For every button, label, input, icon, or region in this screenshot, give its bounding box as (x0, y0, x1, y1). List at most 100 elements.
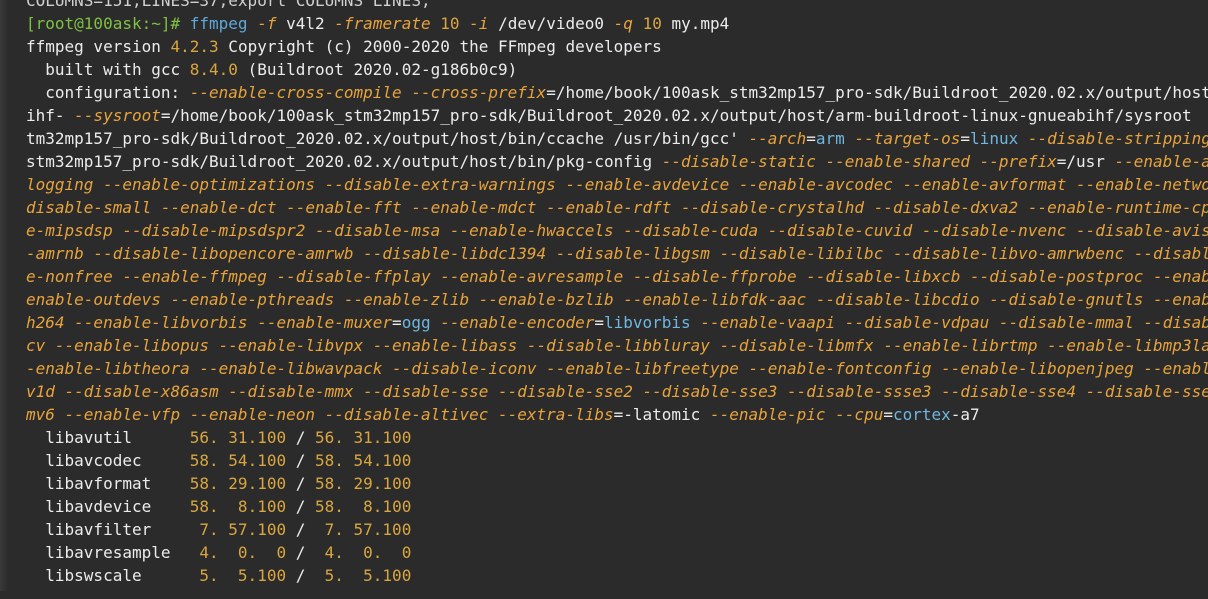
terminal-text-segment: --enable-encoder (440, 313, 595, 332)
terminal-line: -amrnb --disable-libopencore-amrwb --dis… (26, 242, 1208, 265)
terminal-output[interactable]: COLUMNS=151;LINES=37;export COLUMNS LINE… (0, 0, 1208, 599)
terminal-line: libavutil 56. 31.100 / 56. 31.100 (26, 426, 1208, 449)
terminal-text-segment: e-mipsdsp --disable-mipsdspr2 --disable-… (26, 221, 1208, 240)
terminal-text-segment: =/home/book/100ask_stm32mp157_pro-sdk/Bu… (546, 83, 1208, 102)
terminal-text-segment: libavcodec (26, 451, 190, 470)
terminal-text-segment: 10 (642, 14, 672, 33)
terminal-text-segment: / (286, 520, 325, 539)
terminal-line: libavfilter 7. 57.100 / 7. 57.100 (26, 518, 1208, 541)
terminal-line: libavcodec 58. 54.100 / 58. 54.100 (26, 449, 1208, 472)
terminal-text-segment: 56. 31.100 (189, 428, 287, 447)
terminal-text-segment: 7. 57.100 (199, 520, 287, 539)
terminal-text-segment: 4. 0. 0 (199, 543, 287, 562)
terminal-text-segment: enable-outdevs --enable-pthreads --enabl… (26, 290, 1208, 309)
terminal-line: configuration: --enable-cross-compile --… (26, 81, 1208, 104)
terminal-text-segment: --enable-avcodec (1114, 152, 1208, 171)
terminal-line: tm32mp157_pro-sdk/Buildroot_2020.02.x/ou… (26, 127, 1208, 150)
terminal-text-segment: / (286, 543, 325, 562)
terminal-text-segment: tm32mp157_pro-sdk/Buildroot_2020.02.x/ou… (26, 129, 749, 148)
terminal-text-segment: 5. 5.100 (324, 566, 412, 585)
terminal-line: libavresample 4. 0. 0 / 4. 0. 0 (26, 541, 1208, 564)
terminal-text-segment: ffmpeg version (26, 37, 171, 56)
terminal-text-segment: =/usr (1056, 152, 1115, 171)
terminal-text-segment: Copyright (c) 2000-2020 the FFmpeg devel… (218, 37, 662, 56)
terminal-text-segment: =-latomic (613, 405, 710, 424)
terminal-line: v1d --disable-x86asm --disable-mmx --dis… (26, 380, 1208, 403)
terminal-text-segment: [root@100ask:~]# (26, 14, 190, 33)
terminal-line: ihf- --sysroot=/home/book/100ask_stm32mp… (26, 104, 1208, 127)
terminal-text-segment: / (286, 428, 315, 447)
terminal-line: mv6 --enable-vfp --enable-neon --disable… (26, 403, 1208, 426)
terminal-line: logging --enable-optimizations --disable… (26, 173, 1208, 196)
terminal-line: cv --enable-libopus --enable-libvpx --en… (26, 334, 1208, 357)
terminal-text-segment: --enable-cross-compile --cross-prefix (189, 83, 547, 102)
terminal-text-segment: 58. 54.100 (189, 451, 287, 470)
terminal-text-segment: / (286, 451, 315, 470)
terminal-text-segment: 7. 57.100 (324, 520, 412, 539)
terminal-text-segment: = (960, 129, 971, 148)
terminal-text-segment: --sysroot (74, 106, 161, 125)
terminal-line: built with gcc 8.4.0 (Buildroot 2020.02-… (26, 58, 1208, 81)
terminal-text-segment: / (286, 474, 315, 493)
terminal-text-segment: v4l2 (286, 14, 335, 33)
terminal-text-segment: cortex (892, 405, 951, 424)
terminal-text-segment: -a7 (950, 405, 980, 424)
terminal-line: e-mipsdsp --disable-mipsdspr2 --disable-… (26, 219, 1208, 242)
terminal-text-segment: cv --enable-libopus --enable-libvpx --en… (26, 336, 1208, 355)
terminal-line: enable-outdevs --enable-pthreads --enabl… (26, 288, 1208, 311)
terminal-text-segment: 58. 8.100 (315, 497, 412, 516)
terminal-text-segment: --disable-static --enable-shared --prefi… (661, 152, 1057, 171)
terminal-line: disable-small --enable-dct --enable-fft … (26, 196, 1208, 219)
terminal-text-segment: libvorbis (603, 313, 701, 332)
terminal-text-segment: libswscale (26, 566, 200, 585)
terminal-text-segment: libavutil (26, 428, 190, 447)
terminal-text-segment: -q (613, 14, 643, 33)
terminal-text-segment: / (286, 497, 315, 516)
terminal-text-segment: disable-small --enable-dct --enable-fft … (26, 198, 1208, 217)
terminal-line: COLUMNS=151;LINES=37;export COLUMNS LINE… (26, 0, 1208, 12)
terminal-text-segment: --disable-stripping -- (1027, 129, 1208, 148)
terminal-text-segment: 8.4.0 (189, 60, 238, 79)
terminal-text-segment: 10 (440, 14, 470, 33)
terminal-text-segment: libavresample (26, 543, 200, 562)
terminal-text-segment: 58. 29.100 (189, 474, 287, 493)
terminal-line: libavformat 58. 29.100 / 58. 29.100 (26, 472, 1208, 495)
terminal-text-segment: -i (469, 14, 499, 33)
terminal-text-segment: -f (257, 14, 287, 33)
terminal-text-segment: stm32mp157_pro-sdk/Buildroot_2020.02.x/o… (26, 152, 662, 171)
terminal-line: libswscale 5. 5.100 / 5. 5.100 (26, 564, 1208, 587)
terminal-text-segment: COLUMNS=151;LINES=37;export COLUMNS LINE… (26, 0, 431, 10)
terminal-line: libavdevice 58. 8.100 / 58. 8.100 (26, 495, 1208, 518)
terminal-text-segment: --arch (748, 129, 807, 148)
terminal-text-segment: /dev/video0 (498, 14, 614, 33)
terminal-text-segment: mv6 --enable-vfp --enable-neon --disable… (26, 405, 614, 424)
terminal-text-segment: -enable-libtheora --enable-libwavpack --… (26, 359, 1208, 378)
terminal-text-segment: 5. 5.100 (199, 566, 287, 585)
terminal-text-segment: h264 --enable-libvorbis --enable-muxer (26, 313, 393, 332)
terminal-line: ffmpeg version 4.2.3 Copyright (c) 2000-… (26, 35, 1208, 58)
terminal-text-segment: libavfilter (26, 520, 200, 539)
terminal-text-segment: logging --enable-optimizations --disable… (26, 175, 1208, 194)
terminal-text-segment: -framerate (334, 14, 441, 33)
terminal-text-segment: 58. 8.100 (189, 497, 287, 516)
terminal-text-segment: / (286, 566, 325, 585)
terminal-text-segment: e-nonfree --enable-ffmpeg --disable-ffpl… (26, 267, 1208, 286)
terminal-line: e-nonfree --enable-ffmpeg --disable-ffpl… (26, 265, 1208, 288)
terminal-line: h264 --enable-libvorbis --enable-muxer=o… (26, 311, 1208, 334)
terminal-line: -enable-libtheora --enable-libwavpack --… (26, 357, 1208, 380)
terminal-text-segment: 4. 0. 0 (324, 543, 412, 562)
terminal-text-segment: -amrnb --disable-libopencore-amrwb --dis… (26, 244, 1208, 263)
terminal-text-segment: configuration: (26, 83, 190, 102)
terminal-line: stm32mp157_pro-sdk/Buildroot_2020.02.x/o… (26, 150, 1208, 173)
terminal-text-segment: 4.2.3 (170, 37, 219, 56)
terminal-text-segment: ffmpeg (189, 14, 258, 33)
terminal-text-segment: 58. 54.100 (315, 451, 412, 470)
terminal-text-segment: arm (815, 129, 855, 148)
terminal-text-segment: = (392, 313, 402, 332)
terminal-text-segment: 58. 29.100 (315, 474, 412, 493)
terminal-text-segment: v1d --disable-x86asm --disable-mmx --dis… (26, 382, 1208, 401)
terminal-line: [root@100ask:~]# ffmpeg -f v4l2 -framera… (26, 12, 1208, 35)
terminal-text-segment: = (806, 129, 816, 148)
terminal-text-segment: =/home/book/100ask_stm32mp157_pro-sdk/Bu… (160, 106, 1192, 125)
terminal-text-segment: --target-os (854, 129, 961, 148)
